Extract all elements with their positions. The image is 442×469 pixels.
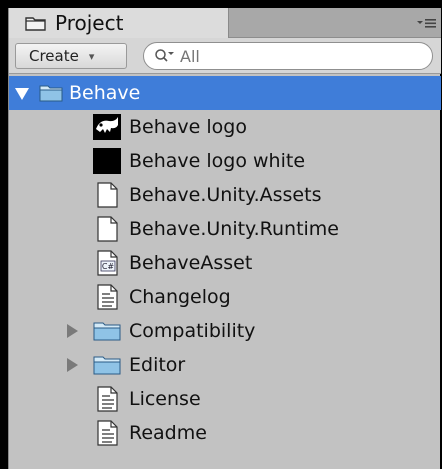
tab-project[interactable]: Project [9, 8, 229, 38]
tree-row-label: Behave logo white [129, 150, 306, 172]
text-file-icon [97, 420, 119, 450]
create-label: Create [29, 47, 79, 65]
folder-icon [25, 15, 47, 31]
search-icon [154, 48, 176, 64]
toolbar: Create ▾ [9, 38, 441, 74]
folder-icon [39, 83, 63, 107]
csharp-script-icon: C# [97, 250, 119, 280]
tree-row[interactable]: Editor [9, 348, 441, 382]
file-icon [97, 216, 119, 246]
search-input[interactable] [178, 45, 382, 67]
folder-icon [93, 354, 121, 380]
tree-row-label: Behave.Unity.Assets [129, 184, 322, 206]
expand-arrow-icon[interactable] [15, 88, 29, 100]
tree-row[interactable]: Behave logo [9, 110, 441, 144]
black-image-icon [93, 148, 121, 178]
tree-row[interactable]: Changelog [9, 280, 441, 314]
tree-row[interactable]: Behave logo white [9, 144, 441, 178]
tree-row-label: Compatibility [129, 320, 256, 342]
tree-row[interactable]: Behave.Unity.Assets [9, 178, 441, 212]
tree-row[interactable]: Readme [9, 416, 441, 450]
text-file-icon [97, 386, 119, 416]
file-icon [97, 182, 119, 212]
tree-row-label: Behave [69, 82, 141, 104]
expand-arrow-icon[interactable] [67, 324, 78, 338]
project-panel: Project Create ▾ All Behave Behave logo … [8, 8, 441, 469]
svg-text:C#: C# [102, 262, 115, 271]
tree-row-label: Behave logo [129, 116, 247, 138]
tree-row[interactable]: Compatibility [9, 314, 441, 348]
search-box[interactable] [143, 42, 433, 70]
tree-row[interactable]: Behave.Unity.Runtime [9, 212, 441, 246]
text-file-icon [97, 284, 119, 314]
tab-label: Project [55, 11, 124, 35]
create-button[interactable]: Create ▾ [15, 43, 127, 69]
caret-down-icon: ▾ [88, 49, 95, 63]
tree-row-label: Editor [129, 354, 186, 376]
tree-row-label: Behave.Unity.Runtime [129, 218, 339, 240]
expand-arrow-icon[interactable] [67, 358, 78, 372]
folder-icon [93, 320, 121, 346]
tree-row-label: Readme [129, 422, 207, 444]
tree-row-label: BehaveAsset [129, 252, 253, 274]
tree-row[interactable]: License [9, 382, 441, 416]
tree-row-behave[interactable]: Behave [9, 76, 441, 110]
tree-row[interactable]: C# BehaveAsset [9, 246, 441, 280]
panel-menu-icon[interactable] [415, 14, 437, 30]
tab-bar: Project [9, 8, 441, 38]
tree-row-label: Changelog [129, 286, 231, 308]
tree-row-label: License [129, 388, 201, 410]
logo-image-icon [93, 114, 121, 144]
